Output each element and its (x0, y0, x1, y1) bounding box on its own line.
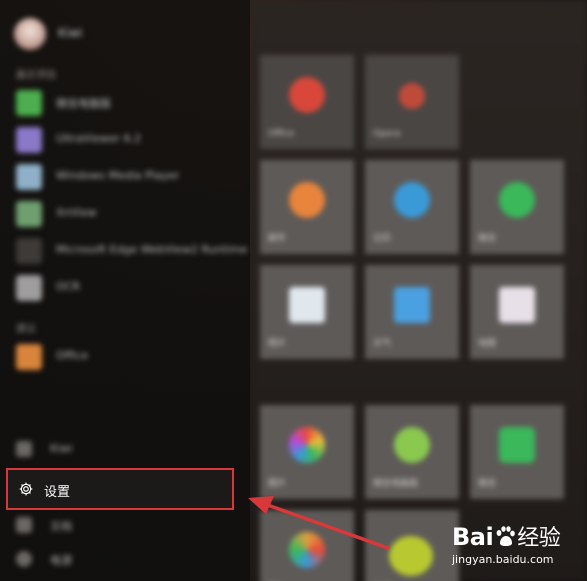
power-row-power[interactable]: 电源 (10, 548, 240, 570)
power-row-label: 文档 (50, 520, 72, 533)
app-label: UltraViewer 6.2 (56, 132, 142, 145)
app-list-item[interactable]: XnView (16, 199, 241, 227)
user-icon (16, 441, 32, 457)
tile-label: 地图 (478, 339, 497, 349)
start-tiles-area: Office Opera 邮件 日历 微信 照片 天气 地图 图片 微信电脑版 … (250, 0, 587, 581)
watermark-brand: Bai (452, 523, 494, 551)
tile-mail[interactable]: 邮件 (260, 160, 354, 254)
app-list-item[interactable]: 微信电脑版 (16, 88, 241, 116)
document-icon (16, 517, 32, 533)
paw-icon (496, 526, 516, 546)
tile-label: Opera (373, 129, 401, 139)
watermark-url: jingyan.baidu.com (452, 553, 554, 566)
settings-menu-item[interactable]: 设置 (6, 468, 234, 510)
power-row-documents[interactable]: 文档 (10, 514, 240, 536)
app-label: OCR (56, 280, 80, 293)
gear-icon (19, 482, 33, 496)
green-app-icon (16, 90, 42, 116)
tile-label: 日历 (373, 234, 392, 244)
power-row-label: 电源 (50, 554, 72, 567)
app-list-item[interactable]: Windows Media Player (16, 162, 241, 190)
tile-app-icon (289, 427, 325, 463)
section-heading-suggested: 建议 (16, 324, 36, 335)
tile-weather[interactable]: 天气 (365, 265, 459, 359)
purple-app-icon (16, 127, 42, 153)
blank-app-icon (16, 238, 42, 264)
section-heading-recent: 最近添加 (16, 70, 56, 81)
watermark-brand-cn: 经验 (517, 526, 561, 551)
tile-app-icon (289, 77, 325, 113)
screenshot-root: Office Opera 邮件 日历 微信 照片 天气 地图 图片 微信电脑版 … (0, 0, 587, 581)
app-list-item[interactable]: UltraViewer 6.2 (16, 125, 241, 153)
tile-app-icon (399, 83, 425, 109)
user-name: Kiwi (58, 26, 83, 40)
tile-opera[interactable]: Opera (365, 55, 459, 149)
photo-app-icon (16, 201, 42, 227)
tile-wechat-2[interactable]: 微信 (470, 405, 564, 499)
app-label: Microsoft Edge WebView2 Runtime (56, 243, 248, 256)
app-label: 微信电脑版 (56, 97, 111, 110)
settings-label: 设置 (44, 485, 71, 500)
tile-photos-2[interactable]: 照片 (260, 510, 354, 581)
tile-app-icon (394, 182, 430, 218)
tile-label: 微信 (478, 479, 497, 489)
tile-label: 天气 (373, 339, 392, 349)
tile-label: 邮件 (268, 234, 287, 244)
user-avatar[interactable] (14, 18, 46, 50)
tile-app-icon (499, 182, 535, 218)
tile-photos[interactable]: 照片 (260, 265, 354, 359)
watermark-logo: Bai 经验 (452, 520, 561, 552)
tile-pictures[interactable]: 图片 (260, 405, 354, 499)
tile-app-icon (289, 287, 325, 323)
power-row-user[interactable]: Kiwi (10, 438, 240, 460)
baidu-watermark: Bai 经验 jingyan.baidu.com (452, 520, 584, 578)
tile-app-icon (499, 287, 535, 323)
tile-label: 照片 (268, 339, 287, 349)
tile-app-icon (289, 182, 325, 218)
tile-label: Office (268, 129, 295, 139)
app-list-item[interactable]: Microsoft Edge WebView2 Runtime (16, 236, 247, 264)
tile-wechat-3[interactable]: 微信 (365, 510, 459, 581)
gray-app-icon (16, 275, 42, 301)
tile-app-icon (289, 532, 325, 568)
app-label: Windows Media Player (56, 169, 180, 182)
app-label: Office (56, 349, 89, 362)
orange-app-icon (16, 344, 42, 370)
tile-maps[interactable]: 地图 (470, 265, 564, 359)
app-list-item[interactable]: OCR (16, 273, 241, 301)
power-row-label: Kiwi (50, 442, 73, 455)
app-list-item[interactable]: Office (16, 342, 241, 370)
tile-label: 微信 (478, 234, 497, 244)
tile-app-icon (499, 427, 535, 463)
tile-app-icon (389, 536, 433, 576)
tile-office[interactable]: Office (260, 55, 354, 149)
power-icon (16, 551, 32, 567)
tile-app-icon (394, 427, 430, 463)
media-app-icon (16, 164, 42, 190)
tile-calendar[interactable]: 日历 (365, 160, 459, 254)
tile-label: 图片 (268, 479, 287, 489)
tile-label: 微信电脑版 (373, 479, 419, 489)
tile-app-icon (394, 287, 430, 323)
app-label: XnView (56, 206, 97, 219)
tile-wechat[interactable]: 微信 (470, 160, 564, 254)
tile-wechat-desktop[interactable]: 微信电脑版 (365, 405, 459, 499)
